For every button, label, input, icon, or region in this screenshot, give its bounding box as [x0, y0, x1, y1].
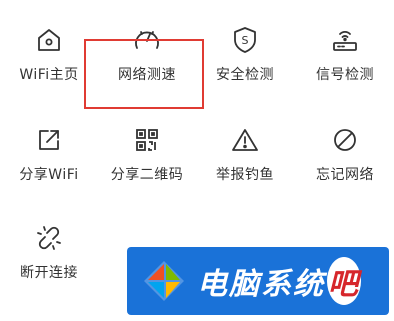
forbidden-icon — [330, 126, 360, 154]
windows-logo-icon — [141, 258, 187, 304]
menu-item-label: 分享二维码 — [110, 167, 184, 183]
menu-item-share-wifi[interactable]: 分享WiFi — [0, 100, 98, 184]
qr-code-icon — [132, 126, 162, 154]
watermark-last-char: 吧 — [327, 257, 361, 305]
menu-item-label: 断开连接 — [20, 265, 78, 281]
menu-item-signal-check[interactable]: 信号检测 — [296, 0, 394, 84]
share-icon — [34, 126, 64, 154]
menu-item-label: 分享WiFi — [19, 167, 79, 183]
menu-item-forget-network[interactable]: 忘记网络 — [296, 100, 394, 184]
menu-item-share-qr[interactable]: 分享二维码 — [98, 100, 196, 184]
menu-item-disconnect[interactable]: 断开连接 — [0, 198, 98, 282]
menu-item-report-phishing[interactable]: 举报钓鱼 — [196, 100, 294, 184]
shield-icon: S — [230, 26, 260, 54]
watermark-text: 电脑系统 吧 — [197, 257, 361, 305]
menu-item-label: 安全检测 — [216, 67, 274, 83]
disconnect-link-icon — [34, 224, 64, 252]
menu-item-label: 忘记网络 — [316, 167, 374, 183]
watermark-banner: 电脑系统 吧 — [127, 247, 389, 315]
menu-item-security-check[interactable]: S 安全检测 — [196, 0, 294, 84]
svg-text:S: S — [242, 34, 249, 47]
menu-item-label: 举报钓鱼 — [216, 167, 274, 183]
warning-icon — [230, 126, 260, 154]
menu-item-label: WiFi主页 — [19, 67, 79, 83]
home-icon — [34, 26, 64, 54]
router-signal-icon — [330, 26, 360, 54]
menu-item-label: 信号检测 — [316, 67, 374, 83]
watermark-main-text: 电脑系统 — [197, 267, 325, 302]
highlight-box — [84, 39, 204, 109]
